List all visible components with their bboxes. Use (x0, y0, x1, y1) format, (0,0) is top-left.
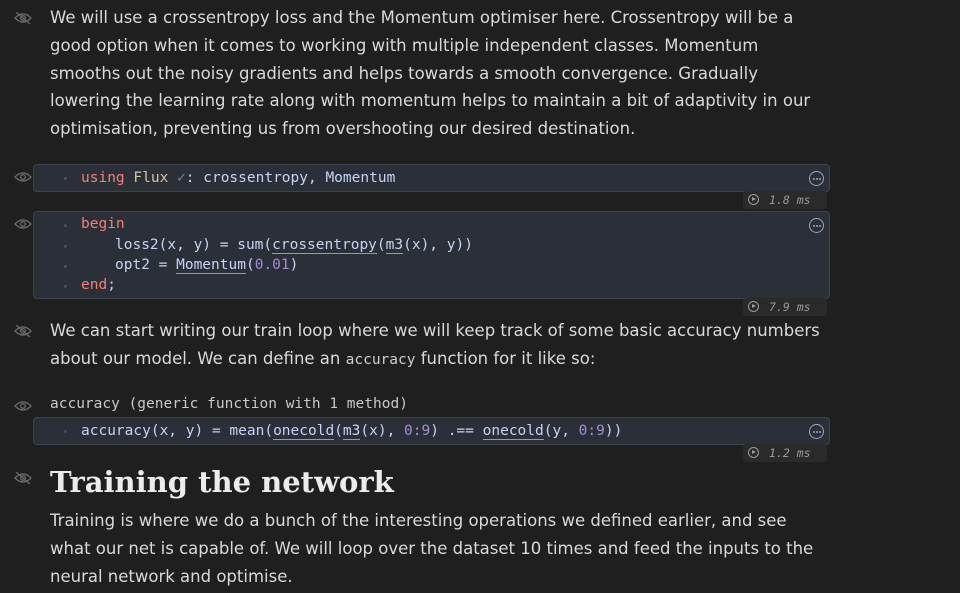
hidden-eye-icon[interactable] (14, 325, 32, 337)
hidden-eye-icon[interactable] (14, 12, 32, 24)
run-time-badge[interactable]: 1.8 ms (743, 191, 827, 209)
module-flux: Flux (133, 170, 169, 186)
run-time-badge[interactable]: 7.9 ms (743, 298, 827, 316)
code-cell-accuracy[interactable]: accuracy(x, y) = mean(onecold(m3(x), 0:9… (33, 417, 830, 445)
run-icon[interactable] (748, 447, 759, 458)
import-list: : crossentropy, Momentum (185, 170, 396, 186)
eye-icon[interactable] (14, 400, 32, 412)
markdown-text: Training is where we do a bunch of the i… (50, 511, 814, 586)
hidden-eye-icon[interactable] (14, 472, 32, 484)
run-icon[interactable] (748, 301, 759, 312)
keyword-using: using (81, 170, 125, 186)
cell-menu-icon[interactable] (809, 171, 824, 186)
eye-icon[interactable] (14, 218, 32, 230)
cell-output: accuracy (generic function with 1 method… (50, 396, 408, 412)
section-heading: Training the network (50, 465, 394, 499)
cell-menu-icon[interactable] (809, 424, 824, 439)
code-cell-loss-optimiser[interactable]: begin loss2(x, y) = sum(crossentropy(m3(… (33, 211, 830, 299)
code-line-opt2: opt2 = Momentum(0.01) (115, 257, 299, 274)
code-cell-using-flux[interactable]: using Flux ✓: crossentropy, Momentum (33, 164, 830, 192)
eye-icon[interactable] (14, 171, 32, 183)
run-icon[interactable] (748, 194, 759, 205)
markdown-text: We can start writing our train loop wher… (50, 321, 820, 368)
keyword-begin: begin (81, 216, 125, 232)
cell-menu-icon[interactable] (809, 218, 824, 233)
check-icon: ✓ (177, 170, 186, 186)
keyword-end: end; (81, 277, 116, 293)
markdown-text: We will use a crossentropy loss and the … (50, 8, 811, 139)
code-line-accuracy: accuracy(x, y) = mean(onecold(m3(x), 0:9… (81, 423, 623, 440)
code-line-loss2: loss2(x, y) = sum(crossentropy(m3(x), y)… (115, 237, 473, 254)
run-time-badge[interactable]: 1.2 ms (743, 444, 827, 462)
